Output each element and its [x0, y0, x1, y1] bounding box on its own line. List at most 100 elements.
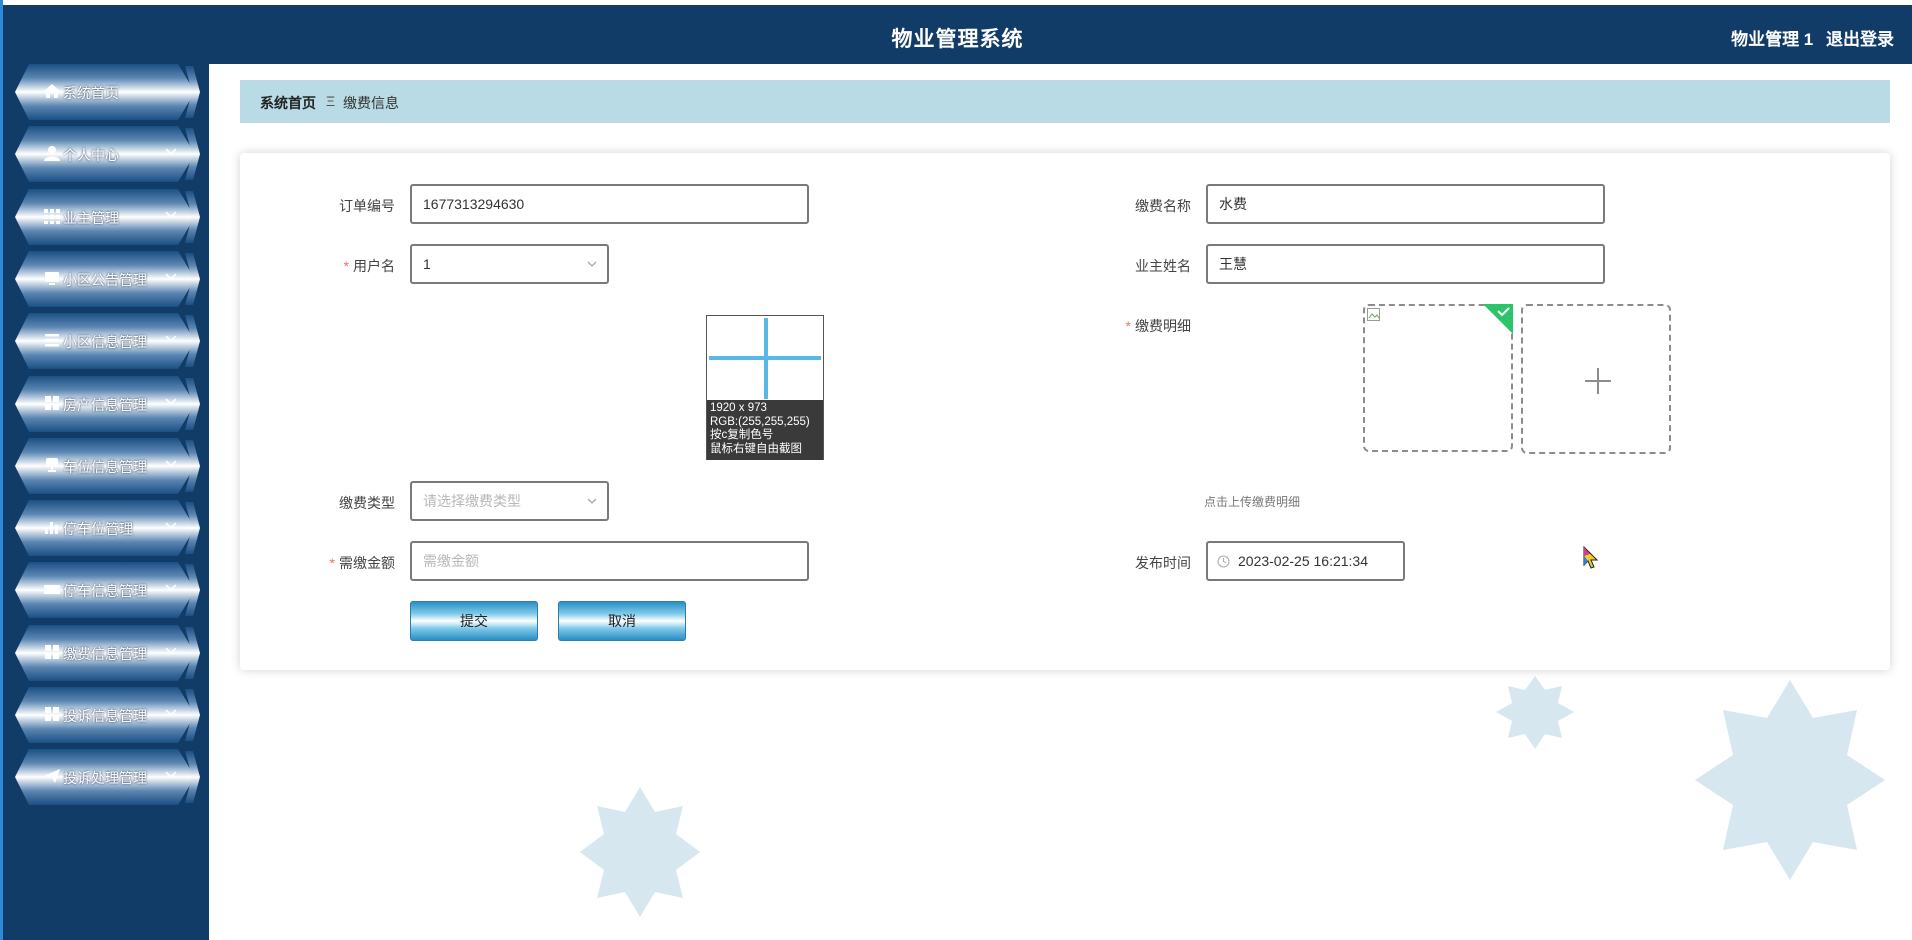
- sidebar-item-label: 停车信息管理: [63, 583, 147, 600]
- screenshot-tool-magnifier: 1920 x 973 RGB:(255,255,255) 按c复制色号 鼠标右键…: [706, 315, 824, 460]
- fee-detail-image-thumb[interactable]: [1363, 304, 1513, 452]
- username-label: 物业管理 1: [1731, 30, 1814, 49]
- owner-name-label: 业主姓名: [1135, 258, 1191, 274]
- required-mark: *: [343, 258, 349, 274]
- deco-star-small: [1496, 676, 1574, 749]
- required-mark: *: [329, 555, 335, 571]
- chevron-down-icon: [165, 211, 177, 218]
- clock-icon: [1217, 555, 1230, 568]
- app-title: 物业管理系统: [891, 28, 1024, 51]
- ticket-icon: [43, 580, 61, 598]
- fee-detail-upload-button[interactable]: [1521, 304, 1671, 454]
- chevron-down-icon: [165, 709, 177, 717]
- monitor-icon: [43, 269, 61, 287]
- publish-time-label: 发布时间: [1135, 555, 1191, 571]
- magnifier-size-text: 1920 x 973: [710, 402, 767, 414]
- username-field-label: * 用户名: [343, 258, 395, 274]
- submit-button[interactable]: 提交: [410, 601, 538, 641]
- cancel-button[interactable]: 取消: [558, 601, 686, 641]
- required-mark: *: [1125, 318, 1131, 334]
- chevron-down-icon: [165, 584, 177, 592]
- magnifier-crop-hint: 鼠标右键自由截图: [710, 442, 802, 455]
- top-header: 物业管理系统 物业管理 1 退出登录: [3, 5, 1912, 64]
- fee-detail-label: * 缴费明细: [1125, 318, 1191, 334]
- fee-name-label: 缴费名称: [1135, 198, 1191, 214]
- chevron-down-icon: [165, 273, 177, 280]
- logout-link[interactable]: 退出登录: [1826, 30, 1894, 49]
- fee-detail-upload-tip: 点击上传缴费明细: [1204, 495, 1301, 509]
- publish-time-value: 2023-02-25 16:21:34: [1238, 553, 1368, 569]
- blocks-icon: [43, 394, 61, 412]
- list-icon: [43, 331, 61, 349]
- sidebar-item-label: 业主管理: [63, 209, 119, 226]
- amount-label: * 需缴金额: [329, 555, 395, 571]
- fee-name-input[interactable]: 水费: [1206, 184, 1605, 224]
- sidebar-item[interactable]: 停车位管理: [15, 500, 200, 557]
- publish-time-picker[interactable]: 2023-02-25 16:21:34: [1206, 541, 1405, 581]
- magnifier-copy-hint: 按c复制色号: [710, 429, 774, 441]
- deco-star-right: [1695, 680, 1885, 880]
- owner-name-input[interactable]: 王慧: [1206, 244, 1605, 284]
- fee-type-select[interactable]: 请选择缴费类型: [410, 481, 609, 521]
- sidebar-item-label: 小区信息管理: [63, 334, 147, 351]
- sidebar: 系统首页个人中心业主管理小区公告管理 小区信息管理 房产信息管理 车位信息管理 停车位管…: [3, 64, 209, 940]
- sidebar-item-label: 投诉处理管理: [63, 770, 147, 787]
- sidebar-item[interactable]: 投诉信息管理: [15, 687, 200, 743]
- fee-type-label: 缴费类型: [339, 495, 395, 511]
- sidebar-item[interactable]: 车位信息管理: [15, 437, 200, 494]
- blocks-icon: [43, 643, 61, 661]
- sidebar-item-label: 小区公告管理: [63, 271, 147, 288]
- fee-type-placeholder: 请选择缴费类型: [423, 493, 521, 509]
- sidebar-item[interactable]: 缴费信息管理: [15, 624, 200, 681]
- upload-success-badge-icon: [1483, 304, 1513, 334]
- sidebar-item[interactable]: 业主管理: [15, 188, 200, 245]
- chevron-down-icon: [587, 498, 597, 504]
- sidebar-item[interactable]: 小区公告管理: [15, 250, 200, 307]
- sidebar-item-label: 车位信息管理: [63, 458, 147, 475]
- magnifier-rgb-text: RGB:(255,255,255): [710, 415, 810, 428]
- chevron-down-icon: [165, 647, 177, 654]
- home-icon: [43, 82, 61, 100]
- sidebar-item[interactable]: 投诉处理管理: [15, 749, 200, 806]
- broken-image-icon: [1367, 308, 1380, 321]
- breadcrumb-current: 缴费信息: [343, 95, 399, 111]
- breadcrumb-separator: Ξ: [326, 93, 336, 109]
- sidebar-item-label: 停车位管理: [63, 521, 133, 538]
- chevron-down-icon: [165, 460, 177, 467]
- sidebar-item[interactable]: 房产信息管理: [15, 375, 200, 432]
- chevron-down-icon: [165, 771, 177, 779]
- user-icon: [43, 144, 61, 162]
- username-select-value: 1: [423, 256, 431, 272]
- trophy-icon: [43, 456, 61, 474]
- fee-form-card: 订单编号 1677313294630 缴费名称 水费 * 用户名 1 业主姓名 王…: [240, 153, 1890, 670]
- sidebar-item[interactable]: 小区信息管理: [15, 313, 200, 370]
- blocks-icon: [43, 705, 61, 723]
- amount-input[interactable]: 需缴金额: [410, 541, 809, 581]
- breadcrumb-home[interactable]: 系统首页: [260, 93, 316, 113]
- user-area: 物业管理 1 退出登录: [1723, 25, 1894, 50]
- grid-icon: [43, 207, 61, 225]
- sidebar-item-label: 缴费信息管理: [63, 645, 147, 662]
- breadcrumb: 系统首页 Ξ 缴费信息: [240, 80, 1890, 123]
- bar-chart-icon: [43, 518, 61, 536]
- sidebar-item-label: 房产信息管理: [63, 396, 147, 413]
- order-no-label: 订单编号: [339, 198, 395, 214]
- magnifier-info-panel: 1920 x 973 RGB:(255,255,255) 按c复制色号 鼠标右键…: [707, 400, 823, 460]
- sidebar-item-label: 系统首页: [63, 85, 119, 101]
- order-no-input[interactable]: 1677313294630: [410, 184, 809, 224]
- sidebar-item-label: 个人中心: [63, 147, 119, 164]
- mouse-cursor-icon: [1583, 546, 1599, 569]
- chevron-down-icon: [165, 397, 177, 405]
- chevron-down-icon: [165, 522, 177, 530]
- sidebar-item-label: 投诉信息管理: [63, 708, 147, 724]
- chevron-down-icon: [165, 148, 177, 156]
- username-select[interactable]: 1: [410, 244, 609, 284]
- chevron-down-icon: [587, 261, 597, 267]
- send-icon: [43, 767, 61, 785]
- sidebar-item[interactable]: 个人中心: [15, 126, 200, 183]
- plus-icon: [1585, 368, 1611, 394]
- sidebar-item[interactable]: 系统首页: [15, 64, 200, 120]
- sidebar-item[interactable]: 停车信息管理: [15, 562, 200, 619]
- magnifier-crosshair-vertical: [764, 318, 768, 399]
- deco-star-left: [580, 787, 700, 917]
